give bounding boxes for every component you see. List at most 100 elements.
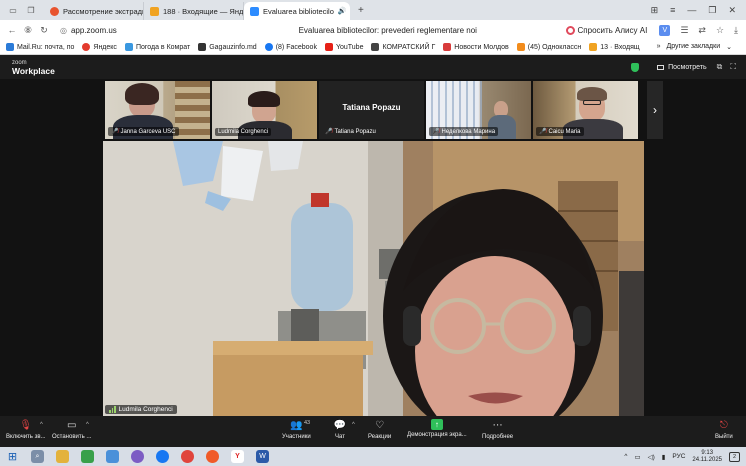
file-explorer-icon[interactable] [56, 450, 69, 463]
new-tab-button[interactable]: + [358, 5, 364, 16]
shield-icon[interactable] [631, 62, 640, 72]
yandex-icon[interactable] [206, 450, 219, 463]
share-up-arrow-icon: ↑ [430, 419, 443, 430]
participant-tile[interactable]: 🎤̸ Janna Garceva USC [105, 81, 210, 139]
bookmarks-icon[interactable]: ⊞ [651, 5, 659, 16]
chat-button[interactable]: 💬 Чат [333, 419, 347, 440]
participant-label: 🎤̸ Неделкова Марина [429, 127, 499, 136]
tabs-icon[interactable]: ❐ [25, 4, 37, 16]
heart-icon: ♡ [375, 420, 385, 431]
alice-label: Спросить Алису AI [577, 25, 648, 35]
media-icon[interactable] [106, 450, 119, 463]
alice-button[interactable]: Спросить Алису AI [565, 25, 648, 35]
main-speaker-video[interactable]: Ludmila Corghenci [103, 141, 644, 416]
back-icon[interactable]: ← [4, 25, 20, 35]
facebook-icon[interactable] [156, 450, 169, 463]
chrome-icon[interactable] [181, 450, 194, 463]
participant-tile[interactable]: Tatiana Popazu 🎤̸ Tatiana Popazu [319, 81, 424, 139]
system-tray: ^ ▭ ◁) ▮ РУС 9:13 24.11.2025 2 [624, 450, 746, 464]
bookmark-item[interactable]: Яндекс [82, 43, 117, 51]
participant-strip: 🎤̸ Janna Garceva USC Ludmila Corghenci Ta… [105, 81, 638, 139]
extension-icon[interactable]: V [659, 24, 671, 36]
mail-ru-icon [6, 43, 14, 51]
maximize-icon[interactable]: ❐ [708, 5, 716, 16]
participant-label: 🎤̸ Caicu Maria [536, 127, 584, 136]
url-text: app.zoom.us [70, 25, 117, 35]
url-field[interactable]: ◎ app.zoom.us [60, 26, 210, 35]
fullscreen-icon[interactable]: ⛶ [730, 62, 736, 72]
speaker-video-scene [103, 141, 644, 416]
battery-icon[interactable]: ▮ [662, 453, 666, 461]
reader-icon[interactable]: ☰ [680, 25, 688, 36]
audio-options-caret[interactable]: ^ [40, 422, 43, 428]
language-indicator[interactable]: РУС [672, 453, 685, 460]
network-icon[interactable]: ▭ [634, 453, 640, 461]
page-title: Evaluarea bibliotecilor: prevederi regle… [298, 25, 477, 35]
bookmark-item[interactable]: 13 · Входящ [589, 43, 640, 51]
more-icon: » [656, 43, 661, 50]
tab-extradition[interactable]: Рассмотрение экстради ✕ [44, 2, 144, 20]
notifications-icon[interactable]: 2 [729, 451, 740, 462]
clock[interactable]: 9:13 24.11.2025 [692, 450, 722, 464]
tray-up-icon[interactable]: ^ [624, 453, 627, 460]
mic-muted-icon: 🎤̸ [432, 129, 440, 135]
translate-icon[interactable]: ⇄ [698, 25, 706, 36]
close-window-icon[interactable]: ✕ [728, 5, 736, 16]
bookmark-item[interactable]: Gagauzinfo.md [198, 43, 257, 51]
participant-tile[interactable]: Ludmila Corghenci [212, 81, 317, 139]
bookmark-item[interactable]: Новости Молдов [443, 43, 509, 51]
bookmark-item[interactable]: (45) Одноклассн [516, 43, 581, 51]
zoom-header: zoom Workplace Посмотреть ⧉ ⛶ [0, 55, 746, 79]
windows-taskbar: ⊞ ⌕ Y W ^ ▭ ◁) ▮ РУС 9:13 24.11.2025 2 [0, 447, 746, 466]
yandex-icon[interactable]: ⑧ [20, 25, 36, 36]
minimize-view-icon[interactable]: ⧉ [717, 62, 723, 72]
search-icon[interactable]: ⌕ [31, 450, 44, 463]
volume-icon[interactable]: ◁) [648, 453, 655, 461]
bookmark-item[interactable]: Погода в Комрат [124, 43, 190, 51]
leave-button[interactable]: ⎋ Выйти [715, 419, 733, 440]
video-camera-icon: ▭ [66, 420, 77, 431]
tab-zoom[interactable]: Evaluarea bibliotecilo 🔊 ✕ [244, 2, 350, 20]
zoom-header-icons: ⧉ ⛶ [717, 62, 736, 72]
participant-tile[interactable]: 🎤̸ Неделкова Марина [426, 81, 531, 139]
site-info-icon[interactable]: ◎ [60, 26, 67, 35]
bookmark-item[interactable]: КОМРАТСКИЙ Г [371, 43, 435, 51]
video-options-caret[interactable]: ^ [86, 422, 89, 428]
tab-yandex-mail[interactable]: 188 · Входящие — Яндек ✕ [144, 2, 244, 20]
gagauzinfo-icon [198, 43, 207, 51]
viber-icon[interactable] [131, 450, 144, 463]
minimize-icon[interactable]: — [687, 5, 696, 16]
other-bookmarks[interactable]: » Другие закладки ⌄ [657, 43, 746, 51]
speaker-icon[interactable]: 🔊 [338, 7, 347, 15]
mail-icon [150, 6, 159, 16]
participant-label: Ludmila Corghenci [215, 128, 272, 136]
reactions-button[interactable]: ♡ Реакции [368, 419, 391, 440]
browser-tab-bar: ▭ ❐ Рассмотрение экстради ✕ 188 · Входящ… [0, 0, 746, 20]
bookmark-item[interactable]: (8) Facebook [264, 43, 317, 51]
menu-icon[interactable]: ≡ [670, 5, 675, 16]
view-button[interactable]: Посмотреть [657, 64, 707, 71]
start-icon[interactable]: ⊞ [6, 450, 19, 463]
participants-count: 43 [304, 420, 311, 426]
chevron-right-icon: › [653, 103, 657, 117]
participant-tile[interactable]: 🎤̸ Caicu Maria [533, 81, 638, 139]
more-dots-icon: ⋯ [492, 420, 503, 431]
komrat-icon [371, 43, 380, 51]
toolbar-icons: V ☰ ⇄ ☆ ⤓ [659, 24, 746, 36]
download-icon[interactable]: ⤓ [734, 25, 738, 36]
chat-options-caret[interactable]: ^ [352, 422, 355, 428]
bookmark-star-icon[interactable]: ☆ [716, 25, 724, 36]
sidebar-icon[interactable]: ▭ [7, 4, 19, 16]
share-screen-button[interactable]: ↑ Демонстрация экра... [407, 419, 467, 438]
leave-icon: ⎋ [719, 420, 728, 431]
next-page-button[interactable]: › [647, 81, 663, 139]
bookmark-item[interactable]: YouTube [324, 43, 363, 51]
word-icon[interactable]: W [256, 450, 269, 463]
screen: ▭ ❐ Рассмотрение экстради ✕ 188 · Входящ… [0, 0, 746, 466]
reload-icon[interactable]: ↻ [36, 25, 52, 36]
more-button[interactable]: ⋯ Подробнее [482, 419, 513, 440]
facebook-icon [264, 43, 273, 51]
yandex-browser-icon[interactable]: Y [231, 450, 244, 463]
app-cube-icon[interactable] [81, 450, 94, 463]
bookmark-item[interactable]: Mail.Ru: почта, по [6, 43, 74, 51]
